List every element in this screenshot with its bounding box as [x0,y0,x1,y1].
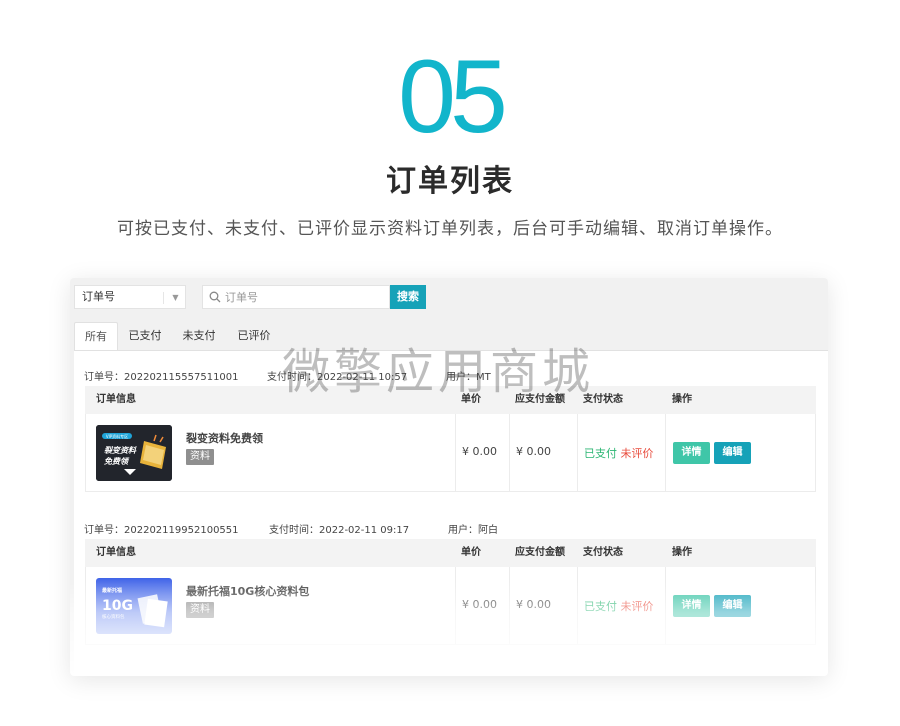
table-row: VIP资料专区 裂变资料 免费领 裂变资料免费领 资料 ¥ 0.00 ¥ 0.0… [85,414,816,492]
header-order-info: 订单信息 [96,394,136,405]
status-paid: 已支付 [584,447,617,460]
tab-rated[interactable]: 已评价 [231,322,277,350]
pay-time: 支付时间：2022-02-11 09:17 [269,521,409,536]
order-number-label: 订单号： [84,525,124,536]
header-action: 操作 [672,394,692,405]
payment-status: 已支付 未评价 [584,598,654,614]
order-user: 用户：MT [446,368,491,383]
unit-price: ¥ 0.00 [462,598,497,611]
order-number-value: 202202119952100551 [124,525,239,536]
product-thumbnail[interactable]: 最新托福 10G 核心资料包 [96,578,172,634]
product-image: VIP资料专区 裂变资料 免费领 [96,425,172,481]
header-status: 支付状态 [583,547,623,558]
pay-time: 支付时间：2022-02-11 10:57 [267,368,407,383]
product-thumbnail[interactable]: VIP资料专区 裂变资料 免费领 [96,425,172,481]
section-title: 订单列表 [386,164,514,199]
table-row: 最新托福 10G 核心资料包 最新托福10G核心资料包 资料 ¥ 0.00 ¥ … [85,567,816,645]
section-number: 05 [398,39,508,155]
search-input[interactable] [225,286,385,308]
product-tag: 资料 [186,449,214,465]
order-user-value: MT [476,372,491,383]
detail-button[interactable]: 详情 [673,442,710,464]
search-field-select[interactable]: 订单号 ▼ [74,285,186,309]
order-user-label: 用户： [446,372,476,383]
order-user-value: 阿白 [478,525,498,536]
detail-button[interactable]: 详情 [673,595,710,617]
payable-amount: ¥ 0.00 [516,445,551,458]
thumb-line1: 裂变资料 [104,446,137,455]
payable-amount: ¥ 0.00 [516,598,551,611]
tab-all[interactable]: 所有 [74,322,118,351]
edit-button[interactable]: 编辑 [714,595,751,617]
order-number-label: 订单号： [84,372,124,383]
tab-unpaid[interactable]: 未支付 [176,322,222,350]
status-paid: 已支付 [584,600,617,613]
search-icon [209,291,221,303]
chevron-down-icon: ▼ [163,292,187,304]
order-list: 订单号：202202115557511001 支付时间：2022-02-11 1… [74,350,828,676]
unit-price: ¥ 0.00 [462,445,497,458]
header-amount: 应支付金额 [515,394,565,405]
order-number: 订单号：202202115557511001 [84,368,239,383]
payment-status: 已支付 未评价 [584,445,654,461]
thumb-line2: 免费领 [104,457,130,466]
edit-button[interactable]: 编辑 [714,442,751,464]
status-unrated: 未评价 [620,600,654,613]
header-action: 操作 [672,547,692,558]
pay-time-value: 2022-02-11 09:17 [319,525,410,536]
table-header: 订单信息 单价 应支付金额 支付状态 操作 [85,386,816,414]
search-button[interactable]: 搜索 [390,285,426,309]
pay-time-label: 支付时间： [269,525,319,536]
thumb-line2: 10G [102,598,133,614]
order-number: 订单号：202202119952100551 [84,521,239,536]
header-order-info: 订单信息 [96,547,136,558]
order-user-label: 用户： [448,525,478,536]
status-unrated: 未评价 [620,447,654,460]
search-field-select-value: 订单号 [82,290,115,303]
header-price: 单价 [461,394,481,405]
thumb-badge: VIP资料专区 [106,433,128,439]
header-amount: 应支付金额 [515,547,565,558]
order-number-value: 202202115557511001 [124,372,239,383]
search-box [202,285,390,309]
header-status: 支付状态 [583,394,623,405]
order-user: 用户：阿白 [448,521,498,536]
pay-time-value: 2022-02-11 10:57 [317,372,408,383]
section-description: 可按已支付、未支付、已评价显示资料订单列表，后台可手动编辑、取消订单操作。 [117,219,783,239]
product-name[interactable]: 最新托福10G核心资料包 [186,583,309,599]
thumb-line3: 核心资料包 [102,613,125,620]
table-header: 订单信息 单价 应支付金额 支付状态 操作 [85,539,816,567]
header-price: 单价 [461,547,481,558]
order-list-panel: 订单号 ▼ 搜索 所有 已支付 未支付 已评价 订单号：202202115557… [70,278,828,676]
tab-paid[interactable]: 已支付 [122,322,168,350]
product-image: 最新托福 10G 核心资料包 [96,578,172,634]
thumb-line1: 最新托福 [102,587,122,594]
pay-time-label: 支付时间： [267,372,317,383]
product-name[interactable]: 裂变资料免费领 [186,430,263,446]
product-tag: 资料 [186,602,214,618]
